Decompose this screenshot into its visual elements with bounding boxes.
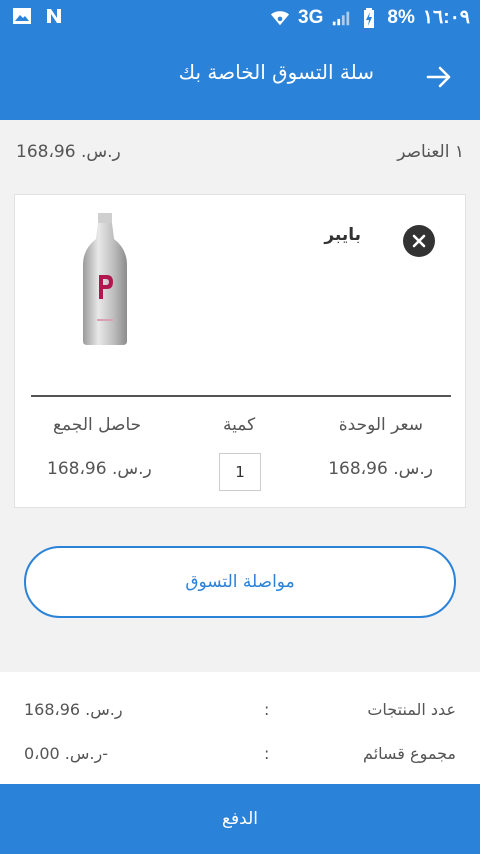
page-title: سلة التسوق الخاصة بك — [178, 60, 374, 84]
bottle-icon[interactable] — [81, 209, 129, 349]
network-type: 3G — [298, 6, 324, 28]
cart-total: ر.س. 168،96 — [16, 142, 121, 162]
unit-price-value: ر.س. 168،96 — [328, 459, 433, 479]
arrow-right-icon[interactable] — [426, 64, 452, 90]
items-count: ١ العناصر — [397, 142, 464, 162]
product-name[interactable]: بايبر — [324, 225, 361, 245]
pay-button[interactable]: الدفع — [0, 784, 480, 854]
battery-percent: 8% — [387, 6, 415, 28]
cart-count-row: ر.س. 168،96 ١ العناصر — [0, 120, 480, 182]
continue-shopping-button[interactable]: مواصلة التسوق — [24, 546, 456, 618]
status-bar: 3G 8% ١٦:٠٩ — [0, 0, 480, 36]
unit-price-label: سعر الوحدة — [338, 415, 423, 435]
subtotal-value: ر.س. 168،96 — [47, 459, 152, 479]
products-value: ر.س. 168،96 — [24, 700, 123, 719]
separator: : — [264, 700, 270, 719]
coupons-value: -ر.س. 0،00 — [24, 744, 108, 763]
image-icon — [12, 6, 32, 26]
quantity-input[interactable]: 1 — [219, 453, 261, 491]
cart-item-card: بايبر سعر الوحدة كمية حاصل الجمع ر.س. 16… — [14, 194, 466, 508]
clock: ١٦:٠٩ — [422, 7, 470, 28]
status-bar-left — [12, 6, 64, 26]
order-summary: عدد المنتجات : ر.س. 168،96 مجموع قسائم :… — [0, 672, 480, 784]
close-circle-icon — [412, 234, 426, 248]
status-bar-right: 3G 8% ١٦:٠٩ — [270, 6, 470, 29]
battery-charging-icon — [359, 7, 379, 28]
wifi-signal-icon — [270, 8, 290, 28]
cell-signal-icon — [331, 8, 351, 28]
products-count-label: عدد المنتجات — [367, 700, 456, 719]
coupons-label: مجموع قسائم — [363, 744, 456, 763]
remove-item-button[interactable] — [403, 225, 435, 257]
app-header: سلة التسوق الخاصة بك — [0, 36, 480, 120]
separator: : — [264, 744, 270, 763]
card-divider — [31, 395, 451, 397]
subtotal-label: حاصل الجمع — [53, 415, 142, 435]
quantity-label: كمية — [223, 415, 256, 435]
n-notification-icon — [44, 6, 64, 26]
